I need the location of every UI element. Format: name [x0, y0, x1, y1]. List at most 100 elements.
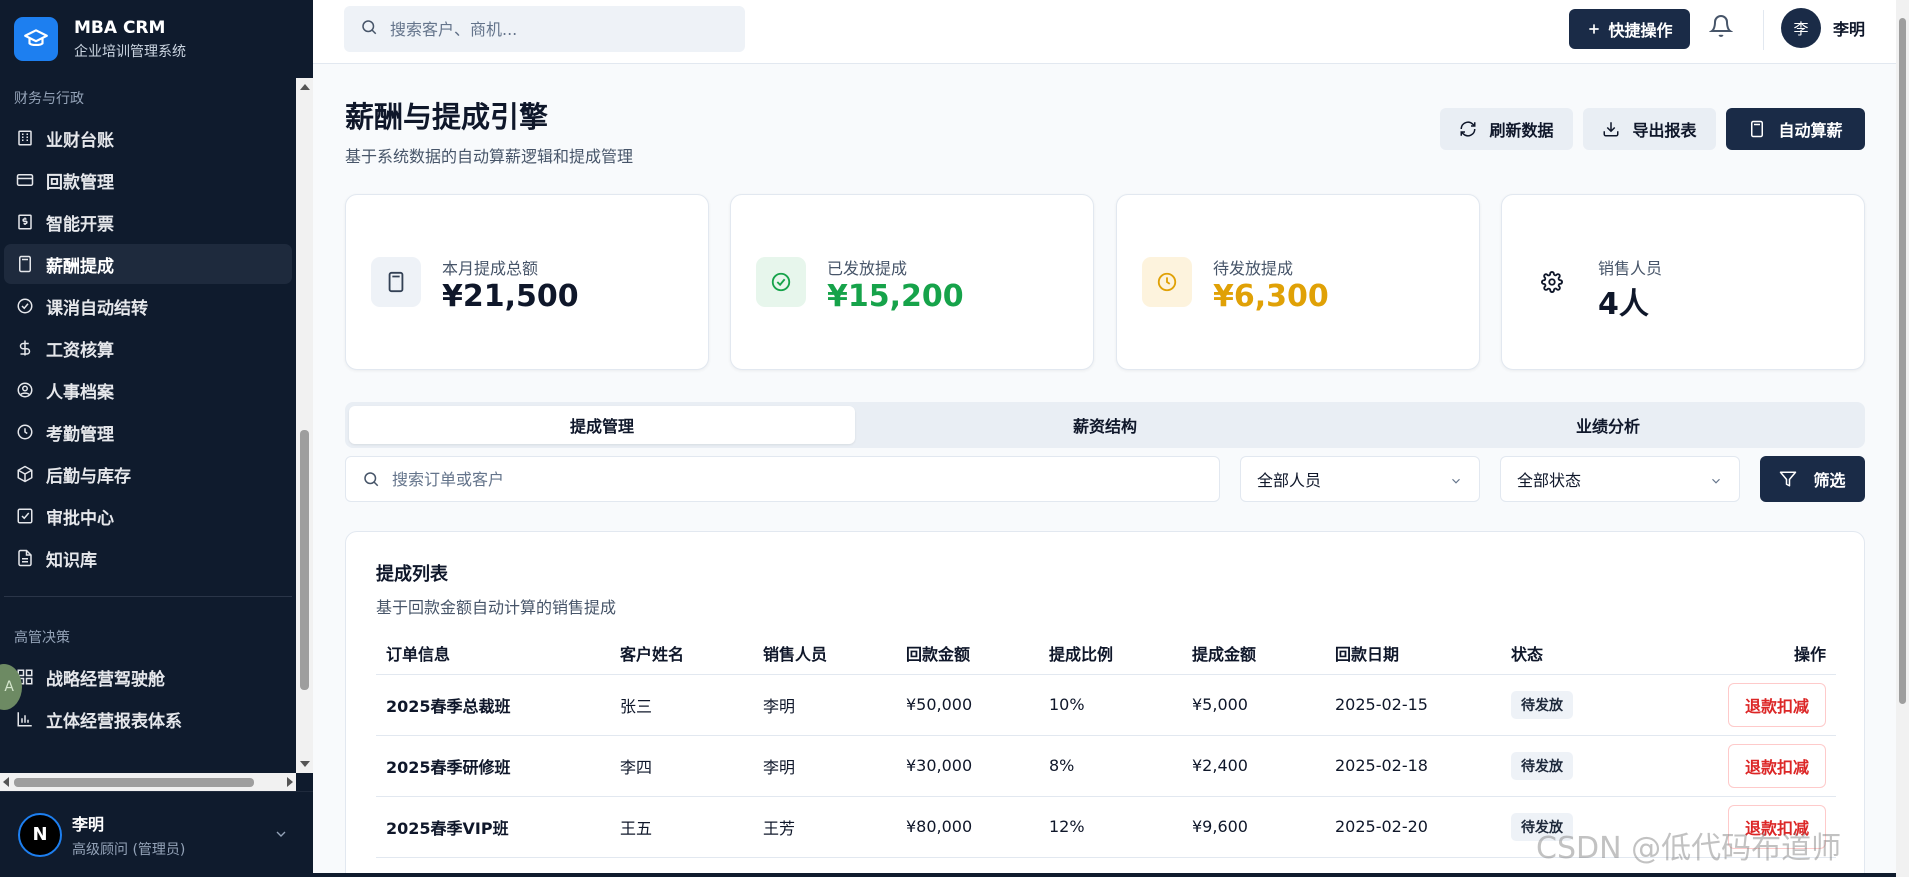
brand-title: MBA CRM — [74, 17, 166, 38]
column-header: 回款金额 — [896, 632, 1039, 675]
column-header: 提成金额 — [1182, 632, 1325, 675]
sidebar-divider — [4, 596, 292, 597]
order-search[interactable] — [345, 456, 1220, 502]
tab-commission-management[interactable]: 提成管理 — [349, 406, 855, 444]
status-select[interactable]: 全部状态 — [1500, 456, 1740, 502]
calculator-icon — [1748, 120, 1766, 138]
topbar: 快捷操作 李 李明 — [313, 0, 1896, 64]
auto-calc-button[interactable]: 自动算薪 — [1726, 108, 1865, 150]
sidebar-item-ledger[interactable]: 业财台账 — [4, 118, 292, 158]
sidebar-item-label: 知识库 — [46, 550, 97, 571]
scrollbar-thumb[interactable] — [1899, 18, 1906, 704]
column-header: 操作 — [1671, 632, 1836, 675]
stat-card-paid-commission: 已发放提成 ¥15,200 — [730, 194, 1094, 370]
sidebar-item-cockpit[interactable]: 战略经营驾驶舱 — [4, 657, 292, 697]
brand[interactable]: MBA CRM 企业培训管理系统 — [0, 0, 313, 78]
sidebar-section-finance: 财务与行政 — [14, 91, 84, 107]
date-cell: 2025-02-15 — [1325, 674, 1501, 736]
stat-card-pending-commission: 待发放提成 ¥6,300 — [1116, 194, 1480, 370]
user-role: 高级顾问 (管理员) — [72, 841, 186, 858]
global-search[interactable] — [344, 6, 745, 52]
table-row: 2025春季总裁班 张三 李明 ¥50,000 10% ¥5,000 2025-… — [376, 674, 1836, 736]
sidebar-item-label: 考勤管理 — [46, 424, 114, 445]
rate-cell: 10% — [1039, 674, 1182, 736]
sidebar-item-payroll[interactable]: 工资核算 — [4, 328, 292, 368]
status-cell: 待发放 — [1501, 735, 1671, 797]
sidebar-horizontal-scrollbar[interactable] — [0, 773, 296, 791]
check-circle-icon — [14, 295, 36, 317]
download-icon — [1602, 120, 1620, 138]
filter-button[interactable]: 筛选 — [1760, 456, 1865, 502]
scrollbar-thumb[interactable] — [300, 430, 309, 690]
sidebar-item-label: 智能开票 — [46, 214, 114, 235]
scroll-up-arrow-icon[interactable] — [300, 84, 310, 90]
sidebar: MBA CRM 企业培训管理系统 财务与行政 业财台账 回款管理 智能开票 薪酬… — [0, 0, 313, 877]
column-header: 提成比例 — [1039, 632, 1182, 675]
action-cell: 退款扣减 — [1671, 674, 1836, 736]
calculator-icon — [14, 253, 36, 275]
sidebar-item-label: 战略经营驾驶舱 — [46, 669, 165, 690]
scroll-right-arrow-icon[interactable] — [287, 777, 293, 787]
quick-action-button[interactable]: 快捷操作 — [1569, 9, 1690, 49]
stat-card-total-commission: 本月提成总额 ¥21,500 — [345, 194, 709, 370]
search-icon — [362, 470, 380, 488]
status-select-value: 全部状态 — [1517, 471, 1582, 490]
column-header: 客户姓名 — [610, 632, 753, 675]
sidebar-item-hr-records[interactable]: 人事档案 — [4, 370, 292, 410]
sidebar-item-label: 后勤与库存 — [46, 466, 131, 487]
building-icon — [14, 127, 36, 149]
sidebar-item-attendance[interactable]: 考勤管理 — [4, 412, 292, 452]
refresh-icon — [1459, 120, 1477, 138]
user-menu[interactable]: 李 李明 — [1781, 8, 1865, 48]
invoice-dollar-icon — [14, 211, 36, 233]
sidebar-item-approval[interactable]: 审批中心 — [4, 496, 292, 536]
global-search-input[interactable] — [390, 19, 720, 39]
tab-salary-structure[interactable]: 薪资结构 — [852, 406, 1358, 444]
sidebar-item-course-transfer[interactable]: 课消自动结转 — [4, 286, 292, 326]
table-row: 2025春季研修班 李四 李明 ¥30,000 8% ¥2,400 2025-0… — [376, 735, 1836, 797]
sidebar-item-invoice[interactable]: 智能开票 — [4, 202, 292, 242]
tab-performance-analysis[interactable]: 业绩分析 — [1355, 406, 1861, 444]
sales-cell: 李明 — [753, 674, 896, 736]
scroll-left-arrow-icon[interactable] — [3, 777, 9, 787]
rate-cell: 12% — [1039, 796, 1182, 858]
scrollbar-thumb[interactable] — [14, 778, 254, 787]
refund-deduct-button[interactable]: 退款扣减 — [1727, 682, 1826, 727]
sidebar-section-exec: 高管决策 — [14, 630, 70, 646]
status-badge: 待发放 — [1511, 690, 1573, 719]
calculator-icon — [371, 257, 421, 307]
user-circle-icon — [14, 379, 36, 401]
sidebar-item-payments[interactable]: 回款管理 — [4, 160, 292, 200]
sidebar-item-label: 人事档案 — [46, 382, 114, 403]
bar-chart-icon — [14, 708, 36, 730]
sidebar-item-reports[interactable]: 立体经营报表体系 — [4, 699, 292, 739]
refresh-button[interactable]: 刷新数据 — [1440, 108, 1573, 150]
bell-icon[interactable] — [1708, 14, 1734, 42]
sidebar-item-commission[interactable]: 薪酬提成 — [4, 244, 292, 284]
refresh-label: 刷新数据 — [1489, 121, 1554, 140]
card-title: 提成列表 — [376, 564, 448, 585]
export-button[interactable]: 导出报表 — [1583, 108, 1716, 150]
user-profile-footer[interactable]: N 李明 高级顾问 (管理员) — [0, 791, 313, 877]
chevron-down-icon — [1449, 473, 1463, 492]
person-select[interactable]: 全部人员 — [1240, 456, 1480, 502]
graduation-cap-icon — [14, 17, 58, 61]
table-header-row: 订单信息 客户姓名 销售人员 回款金额 提成比例 提成金额 回款日期 状态 操作 — [376, 632, 1836, 675]
tab-bar: 提成管理 薪资结构 业绩分析 — [345, 402, 1865, 448]
avatar: 李 — [1781, 8, 1821, 48]
chevron-down-icon — [273, 826, 289, 846]
sidebar-vertical-scrollbar[interactable] — [296, 78, 313, 773]
clock-icon — [1142, 257, 1192, 307]
sidebar-item-knowledge[interactable]: 知识库 — [4, 538, 292, 578]
customer-cell: 李四 — [610, 735, 753, 797]
refund-deduct-button[interactable]: 退款扣减 — [1727, 743, 1826, 788]
export-label: 导出报表 — [1632, 121, 1697, 140]
sidebar-item-logistics[interactable]: 后勤与库存 — [4, 454, 292, 494]
order-search-input[interactable] — [392, 469, 1192, 489]
page-vertical-scrollbar[interactable] — [1896, 0, 1909, 877]
order-cell: 2025春季研修班 — [376, 735, 610, 797]
stat-label: 待发放提成 — [1213, 259, 1294, 278]
sidebar-item-label: 薪酬提成 — [46, 256, 114, 277]
card-subtitle: 基于回款金额自动计算的销售提成 — [376, 598, 617, 617]
scroll-down-arrow-icon[interactable] — [300, 761, 310, 767]
